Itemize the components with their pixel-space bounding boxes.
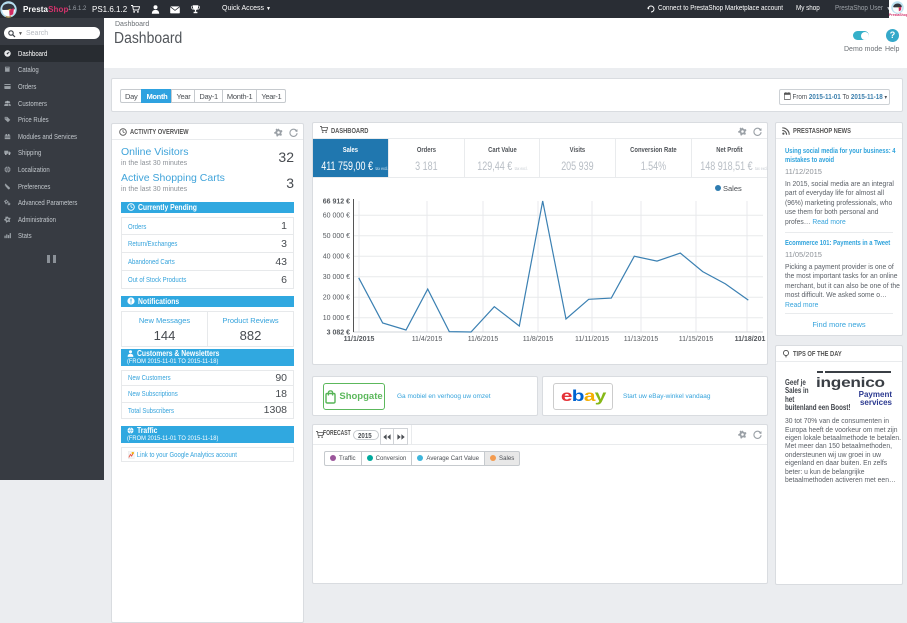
svg-text:11/6/2015: 11/6/2015: [468, 336, 499, 343]
svg-text:40 000 €: 40 000 €: [323, 254, 350, 261]
svg-text:50 000 €: 50 000 €: [323, 233, 350, 240]
svg-text:11/1/2015: 11/1/2015: [344, 336, 375, 343]
svg-text:11/13/2015: 11/13/2015: [624, 336, 659, 343]
svg-text:11/8/2015: 11/8/2015: [523, 336, 554, 343]
svg-text:Sales: Sales: [723, 184, 742, 193]
svg-text:11/15/2015: 11/15/2015: [679, 336, 714, 343]
svg-text:66 912 €: 66 912 €: [323, 199, 350, 206]
svg-text:60 000 €: 60 000 €: [323, 213, 350, 220]
svg-text:10 000 €: 10 000 €: [323, 315, 350, 322]
svg-text:11/18/201: 11/18/201: [735, 336, 766, 343]
svg-text:11/11/2015: 11/11/2015: [575, 336, 609, 343]
svg-text:11/4/2015: 11/4/2015: [412, 336, 443, 343]
svg-text:30 000 €: 30 000 €: [323, 274, 350, 281]
svg-text:20 000 €: 20 000 €: [323, 295, 350, 302]
